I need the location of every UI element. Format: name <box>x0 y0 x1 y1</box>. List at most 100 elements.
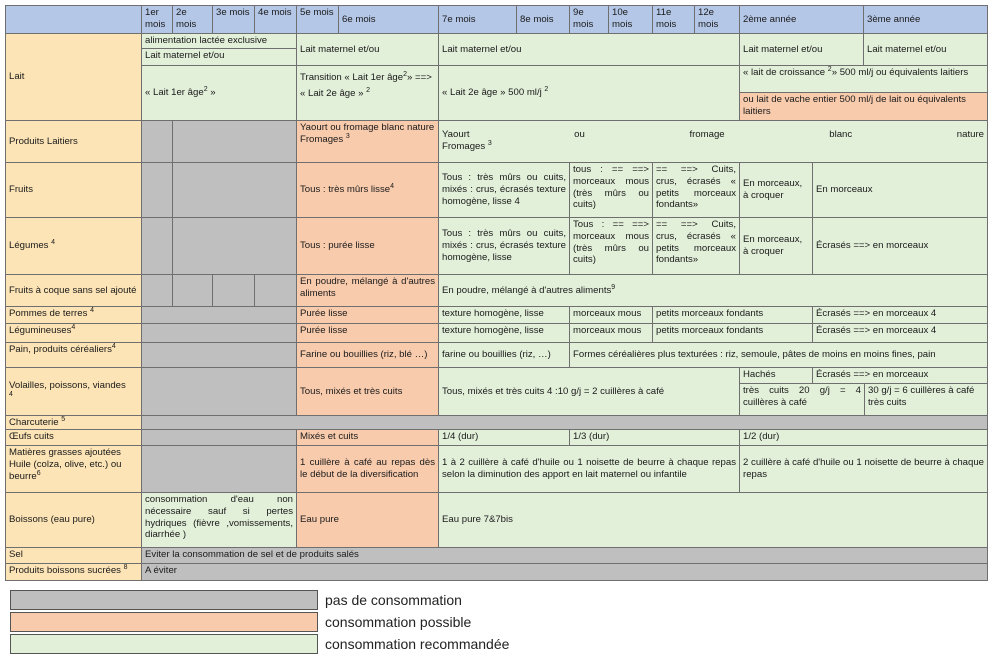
header-month-10: 10e mois <box>608 5 653 34</box>
pl-c2-text: Yaourt ou fromage blanc nature <box>442 129 984 140</box>
lait1-end: » <box>207 87 216 99</box>
sel-cell: Eviter la consommation de sel et de prod… <box>141 547 988 564</box>
year-2-text: 2ème année <box>743 13 797 25</box>
coque-c2-text: En poudre, mélangé à d'autres aliments <box>442 284 612 296</box>
mg-c3-cell: 2 cuillère à café d'huile ou 1 noisette … <box>739 445 988 493</box>
pdt-c4-cell: petits morceaux fondants <box>652 306 813 324</box>
row-label-matieres-grasses: Matières grasses ajoutées Huile (colza, … <box>5 445 142 493</box>
month-6-text: 6e mois <box>342 13 376 25</box>
row-label-oeufs: Œufs cuits <box>5 429 142 446</box>
coque-gray-1 <box>141 274 173 307</box>
transition-line-2: « Lait 2e âge » 2 <box>300 86 435 100</box>
coque-c2-wrap: En poudre, mélangé à d'autres aliments9 <box>442 283 616 297</box>
header-month-7: 7e mois <box>438 5 517 34</box>
legumes-c2-cell: Tous : très mûrs ou cuits, mixés : crus,… <box>438 217 570 275</box>
transition-b-sup: 2 <box>366 86 371 94</box>
volailles-gray <box>141 367 297 416</box>
fruits-c1-wrap: Tous : très mûrs lisse4 <box>300 183 394 196</box>
boissons-label-text: Boissons (eau pure) <box>9 514 95 526</box>
croissance-text: « lait de croissance <box>743 67 826 78</box>
legend-swatch-recommended <box>10 634 318 654</box>
legumineuses-label-sup: 4 <box>71 323 76 331</box>
pain-c2-text: farine ou bouillies (riz, …) <box>442 349 551 361</box>
volailles-label-wrap: Volailles, poissons, viandes 4 <box>9 380 126 404</box>
volailles-c1-cell: Tous, mixés et très cuits <box>296 367 439 416</box>
lait-maternel-text-2: Lait maternel et/ou <box>300 43 380 55</box>
fruits-c2-cell: Tous : très mûrs ou cuits, mixés : crus,… <box>438 162 570 218</box>
volailles-haches-cell: Hachés <box>739 367 813 384</box>
pl-c1-b: Fromages <box>300 133 344 145</box>
legend: pas de consommation consommation possibl… <box>0 588 1000 658</box>
row-label-pain: Pain, produits céréaliers4 <box>5 342 142 368</box>
boissons-c2-cell: Eau pure 7&7bis <box>438 492 988 548</box>
fruits-possible-cell: Tous : très mûrs lisse4 <box>296 162 439 218</box>
lait-maternel-cell-3: Lait maternel et/ou <box>438 33 740 66</box>
lait-2e-age-cell: « Lait 2e âge » 500 ml/j 2 <box>438 65 740 121</box>
lait-maternel-cell-2: Lait maternel et/ou <box>296 33 439 66</box>
lait-2e-age-text: « Lait 2e âge » 500 ml/j 2 <box>442 86 548 99</box>
row-label-pommes-terre: Pommes de terres 4 <box>5 306 142 324</box>
charcuterie-gray <box>141 415 988 430</box>
mg-gray <box>141 445 297 493</box>
pl-c1-fromages: Fromages 3 <box>300 133 435 146</box>
fruits-c4-cell: == ==> Cuits, crus, écrasés « petits mor… <box>652 162 740 218</box>
pl-c2-sup: 3 <box>487 139 492 147</box>
legumes-label-text: Légumes <box>9 240 49 252</box>
header-month-2: 2e mois <box>172 5 213 34</box>
fruits-c1-text: Tous : très mûrs lisse <box>300 184 391 196</box>
year-3-text: 3ème année <box>867 13 921 25</box>
legumes-c4-cell: == ==> Cuits, crus, écrasés « petits mor… <box>652 217 740 275</box>
legumineuses-label-text: Légumineuses <box>9 325 72 336</box>
pl-c2-fromages: Fromages 3 <box>442 139 984 153</box>
coque-c2-sup: 9 <box>611 283 616 291</box>
legend-label-recommended: consommation recommandée <box>325 636 510 652</box>
month-8-text: 8e mois <box>520 13 554 25</box>
oeufs-c2-cell: 1/4 (dur) <box>438 429 570 446</box>
pl-possible-cell: Yaourt ou fromage blanc nature Fromages 3 <box>296 120 439 163</box>
volailles-ecrases-cell: Écrasés ==> en morceaux <box>812 367 988 384</box>
sucrees-label-sup: 8 <box>123 563 128 571</box>
fruits-c6-cell: En morceaux <box>812 162 988 218</box>
legumes-gray-1 <box>141 217 173 275</box>
legumes-c2-text: Tous : très mûrs ou cuits, mixés : crus,… <box>442 228 566 263</box>
pain-label-sup: 4 <box>111 342 116 350</box>
legumineuses-c4-cell: petits morceaux fondants <box>652 323 813 343</box>
produits-laitiers-label-text: Produits Laitiers <box>9 135 78 147</box>
header-month-12: 12e mois <box>694 5 740 34</box>
pl-recommended-cell: Yaourt ou fromage blanc nature Fromages 3 <box>438 120 988 163</box>
pain-gray <box>141 342 297 368</box>
coque-gray-2 <box>172 274 213 307</box>
legumineuses-gray <box>141 323 297 343</box>
legumes-c5-cell: En morceaux, à croquer <box>739 217 813 275</box>
legumineuses-c2-cell: texture homogène, lisse <box>438 323 570 343</box>
lait-label-text: Lait <box>9 71 25 83</box>
lait-1er-age-text: « Lait 1er âge2 » <box>145 86 216 99</box>
pl-c2-b: Fromages <box>442 140 486 152</box>
row-label-lait: Lait <box>5 33 142 121</box>
legumes-gray-2 <box>172 217 297 275</box>
header-month-6: 6e mois <box>338 5 439 34</box>
lait-maternel-cell-5: Lait maternel et/ou <box>863 33 988 66</box>
volailles-c4-cell: 30 g/j = 6 cuillères à café très cuits <box>864 383 988 416</box>
legumes-label-wrap: Légumes 4 <box>9 238 56 252</box>
mg-c2-text: 1 à 2 cuillère à café d'huile ou 1 noise… <box>442 457 736 480</box>
mg-label-text: Matières grasses ajoutées Huile (colza, … <box>9 447 122 482</box>
row-label-fruits: Fruits <box>5 162 142 218</box>
coque-gray-4 <box>254 274 297 307</box>
pdt-c5-cell: Écrasés ==> en morceaux 4 <box>812 306 988 324</box>
sucrees-label-text: Produits boissons sucrées <box>9 565 121 576</box>
header-corner <box>5 5 142 34</box>
pain-c2-cell: farine ou bouillies (riz, …) <box>438 342 570 368</box>
legumineuses-c5-cell: Écrasés ==> en morceaux 4 <box>812 323 988 343</box>
diversification-table: 1er mois 2e mois 3e mois 4e mois 5e mois… <box>0 0 1000 582</box>
legumineuses-c3-cell: morceaux mous <box>569 323 653 343</box>
pain-c1-cell: Farine ou bouillies (riz, blé …) <box>296 342 439 368</box>
legumes-label-sup: 4 <box>51 238 56 246</box>
mg-c2-cell: 1 à 2 cuillère à café d'huile ou 1 noise… <box>438 445 740 493</box>
header-year-2: 2ème année <box>739 5 864 34</box>
row-label-legumineuses: Légumineuses4 <box>5 323 142 343</box>
fruits-gray-1 <box>141 162 173 218</box>
legumes-c3-cell: Tous : == ==> morceaux mous (très mûrs o… <box>569 217 653 275</box>
row-label-sel: Sel <box>5 547 142 564</box>
lait-maternel-text-4: Lait maternel et/ou <box>743 43 823 55</box>
